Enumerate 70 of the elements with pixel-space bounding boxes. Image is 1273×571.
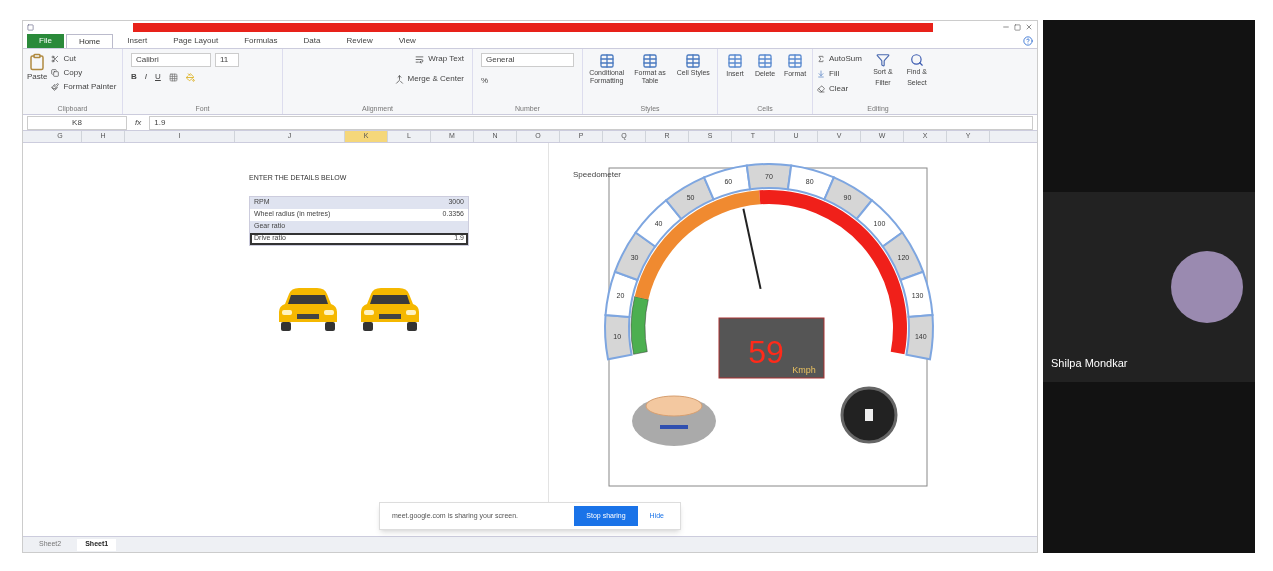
table-icon xyxy=(727,53,743,69)
table-icon xyxy=(598,53,615,69)
percent-button[interactable]: % xyxy=(481,75,489,87)
bold-button[interactable]: B xyxy=(131,71,137,83)
ribbon-tab[interactable]: Insert xyxy=(115,34,160,48)
table-icon xyxy=(787,53,803,69)
ribbon-tab[interactable]: View xyxy=(386,34,428,48)
borders-icon[interactable] xyxy=(168,72,178,82)
paste-button[interactable]: Paste xyxy=(27,53,48,104)
font-name-field[interactable]: Calibri xyxy=(131,53,211,67)
table-icon xyxy=(685,53,702,69)
fill-button[interactable]: Fill xyxy=(817,68,862,80)
ribbon-tab[interactable]: Home xyxy=(65,34,114,48)
down-arrow-icon xyxy=(817,70,825,78)
dial-segment xyxy=(855,199,904,248)
car-drawing xyxy=(277,285,339,332)
merge-center-button[interactable]: Merge & Center xyxy=(394,73,464,85)
car-drawing xyxy=(359,285,421,332)
underline-button[interactable]: U xyxy=(155,71,161,83)
dial-segment xyxy=(665,176,715,220)
copy-button[interactable]: Copy xyxy=(51,67,117,79)
ribbon-tab[interactable]: Data xyxy=(291,34,333,48)
table-icon xyxy=(757,53,773,69)
dial-segment xyxy=(786,164,835,201)
ribbon-tab[interactable]: Page Layout xyxy=(161,34,231,48)
chart-title: Speedometer xyxy=(573,169,622,181)
search-icon xyxy=(909,53,924,67)
autosum-button[interactable]: AutoSum xyxy=(817,53,862,65)
knob-drawing xyxy=(840,386,898,444)
number-format-field[interactable]: General xyxy=(481,53,574,67)
dial-segment xyxy=(823,176,873,220)
italic-button[interactable]: I xyxy=(144,71,147,83)
table-icon xyxy=(642,53,658,69)
help-icon[interactable] xyxy=(1023,36,1033,46)
dial-segment xyxy=(634,199,683,248)
clipboard-icon xyxy=(28,53,47,71)
fill-color-icon[interactable] xyxy=(185,72,195,82)
participant-name: Shilpa Mondkar xyxy=(1051,356,1128,371)
dial-segment xyxy=(905,314,934,361)
cut-button[interactable]: Cut xyxy=(51,53,117,65)
dial-segment xyxy=(604,314,633,361)
unit-label: Kmph xyxy=(792,365,816,375)
dial-segment xyxy=(881,231,925,281)
filter-icon xyxy=(875,53,890,67)
speed-reading: 59 xyxy=(748,334,784,370)
font-size-field[interactable]: 11 xyxy=(215,53,239,67)
ribbon-tab[interactable]: File xyxy=(27,34,64,48)
eraser-icon xyxy=(817,85,825,93)
copy-icon xyxy=(51,69,60,77)
ribbon-tab[interactable]: Formulas xyxy=(232,34,290,48)
dial-segment xyxy=(604,270,639,318)
formula-field[interactable]: 1.9 xyxy=(149,115,1033,130)
name-box[interactable]: K8 xyxy=(27,115,127,130)
wrap-text-button[interactable]: Wrap Text xyxy=(415,53,464,65)
sigma-icon xyxy=(817,55,825,63)
ribbon-tab[interactable]: Review xyxy=(334,34,385,48)
minimize-icon[interactable] xyxy=(1002,23,1010,31)
restore-icon[interactable] xyxy=(1014,23,1021,31)
scissors-icon xyxy=(51,55,60,63)
dial-segment xyxy=(899,270,934,318)
format-painter-button[interactable]: Format Painter xyxy=(51,81,117,93)
close-icon[interactable] xyxy=(1025,23,1033,31)
merge-icon xyxy=(394,74,404,84)
wrap-text-icon xyxy=(415,54,425,64)
function-label[interactable]: fx xyxy=(135,116,142,129)
dial-segment xyxy=(613,231,657,281)
safe-zone-band xyxy=(630,296,649,355)
paintbrush-icon xyxy=(51,83,60,91)
dial-segment xyxy=(703,164,752,201)
clear-button[interactable]: Clear xyxy=(817,83,862,95)
